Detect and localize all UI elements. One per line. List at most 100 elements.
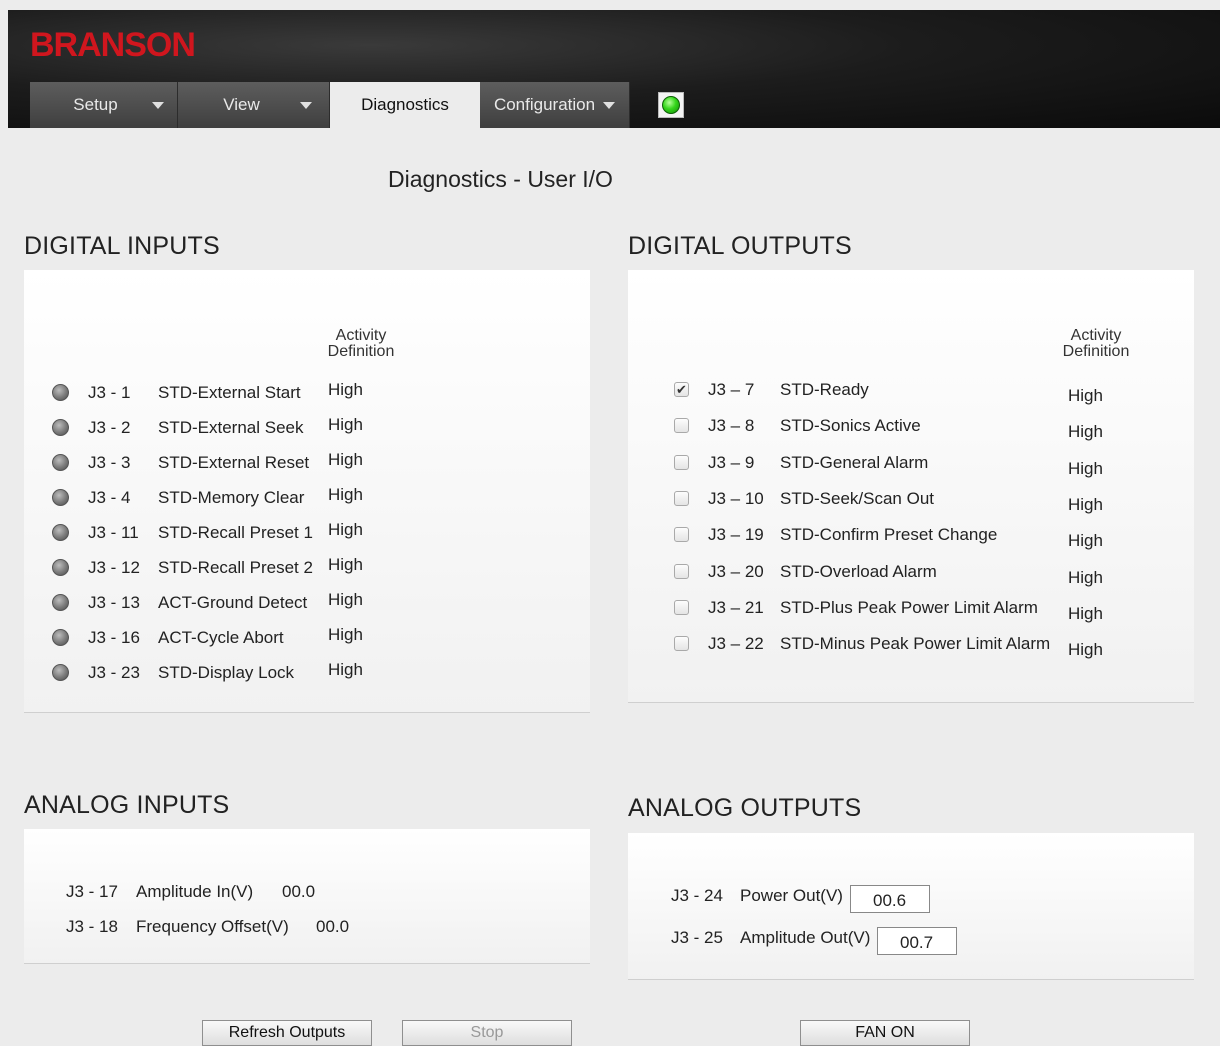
fan-on-button[interactable]: FAN ON <box>800 1020 970 1046</box>
input-pin: J3 - 12 <box>88 558 140 577</box>
chevron-down-icon <box>603 101 616 109</box>
output-pin: J3 – 20 <box>708 561 764 581</box>
analog-output-pin: J3 - 24 <box>671 886 723 905</box>
input-pin: J3 - 3 <box>88 453 131 472</box>
input-pin: J3 - 4 <box>88 488 131 507</box>
input-pin: J3 - 1 <box>88 383 131 402</box>
input-name: STD-Display Lock <box>158 663 295 682</box>
app-header: BRANSON Setup View Diagnostics Configura… <box>8 10 1220 128</box>
input-state-led-icon <box>52 524 69 541</box>
input-activity: High <box>328 625 363 644</box>
output-activity: High <box>1068 422 1103 442</box>
input-pin: J3 - 13 <box>88 593 140 612</box>
activity-definition-header: Activity Definition <box>326 328 396 360</box>
output-activity: High <box>1068 567 1103 587</box>
input-state-led-icon <box>52 384 69 401</box>
input-activity: High <box>328 520 363 539</box>
digital-outputs-title: DIGITAL OUTPUTS <box>628 232 852 260</box>
analog-output-value-field[interactable]: 00.7 <box>877 927 957 955</box>
output-activity: High <box>1068 603 1103 623</box>
output-pin: J3 – 10 <box>708 488 764 508</box>
analog-input-name: Frequency Offset(V) <box>136 917 289 936</box>
status-indicator <box>658 92 684 118</box>
input-activity: High <box>328 485 363 504</box>
chevron-down-icon <box>299 101 312 109</box>
output-state-checkbox[interactable] <box>674 563 689 579</box>
output-pin: J3 – 7 <box>708 380 755 399</box>
input-activity: High <box>328 380 363 399</box>
input-state-led-icon <box>52 454 69 471</box>
tab-diagnostics-label: Diagnostics <box>361 95 449 114</box>
output-activity: High <box>1068 494 1103 514</box>
input-name: ACT-Ground Detect <box>158 593 308 612</box>
chevron-down-icon <box>151 101 164 109</box>
output-activity: High <box>1068 531 1103 551</box>
analog-input-pin: J3 - 17 <box>66 882 118 901</box>
input-name: STD-Memory Clear <box>158 488 305 507</box>
output-state-checkbox[interactable]: ✔ <box>674 382 689 397</box>
input-name: STD-Recall Preset 2 <box>158 558 313 577</box>
output-pin: J3 – 22 <box>708 634 764 654</box>
input-name: STD-External Seek <box>158 418 304 437</box>
analog-outputs-title: ANALOG OUTPUTS <box>628 794 862 822</box>
output-name: STD-Overload Alarm <box>780 561 937 581</box>
output-activity: High <box>1068 458 1103 478</box>
analog-output-pin: J3 - 25 <box>671 928 723 947</box>
analog-output-value-field[interactable]: 00.6 <box>850 885 930 913</box>
stop-button[interactable]: Stop <box>402 1020 572 1046</box>
output-state-checkbox[interactable] <box>674 636 689 652</box>
input-pin: J3 - 23 <box>88 663 140 682</box>
refresh-outputs-button[interactable]: Refresh Outputs <box>202 1020 372 1046</box>
activity-header-line2: Definition <box>327 343 395 360</box>
output-activity: High <box>1068 640 1103 660</box>
analog-inputs-panel: J3 - 17 Amplitude In(V) 00.0 J3 - 18 Frequen… <box>24 829 590 964</box>
output-activity: High <box>1068 386 1103 405</box>
green-led-icon <box>662 96 680 114</box>
digital-inputs-panel: Activity Definition J3 - 1 STD-External S… <box>24 270 590 713</box>
output-state-checkbox[interactable] <box>674 599 689 615</box>
output-name: STD-Ready <box>780 380 869 399</box>
input-name: STD-External Start <box>158 383 301 402</box>
activity-definition-header: Activity Definition <box>1060 328 1132 360</box>
tab-view-label: View <box>223 95 260 114</box>
analog-output-name: Amplitude Out(V) <box>740 928 871 947</box>
input-state-led-icon <box>52 559 69 576</box>
input-activity: High <box>328 590 363 609</box>
output-pin: J3 – 19 <box>708 525 764 545</box>
input-name: ACT-Cycle Abort <box>158 628 284 647</box>
output-pin: J3 – 9 <box>708 452 755 472</box>
input-activity: High <box>328 415 363 434</box>
input-pin: J3 - 2 <box>88 418 131 437</box>
input-pin: J3 - 16 <box>88 628 140 647</box>
output-name: STD-General Alarm <box>780 452 929 472</box>
output-state-checkbox[interactable] <box>674 418 689 434</box>
output-state-checkbox[interactable] <box>674 490 689 506</box>
input-pin: J3 - 11 <box>88 523 139 542</box>
output-state-checkbox[interactable] <box>674 527 689 543</box>
analog-input-value: 00.0 <box>282 882 316 901</box>
output-pin: J3 – 8 <box>708 416 755 436</box>
input-name: STD-External Reset <box>158 453 310 472</box>
digital-outputs-panel: Activity Definition ✔ J3 – 7 STD-Ready High… <box>628 270 1194 703</box>
output-name: STD-Confirm Preset Change <box>780 525 998 545</box>
input-activity: High <box>328 660 363 679</box>
tab-diagnostics[interactable]: Diagnostics <box>330 82 480 128</box>
analog-inputs-title: ANALOG INPUTS <box>24 791 230 819</box>
input-state-led-icon <box>52 594 69 611</box>
activity-header-line1: Activity <box>335 327 387 344</box>
output-name: STD-Seek/Scan Out <box>780 488 935 508</box>
input-activity: High <box>328 555 363 574</box>
tab-setup[interactable]: Setup <box>30 82 178 128</box>
output-state-checkbox[interactable] <box>674 454 689 470</box>
output-pin: J3 – 21 <box>708 597 764 617</box>
analog-input-value: 00.0 <box>316 917 350 936</box>
page-title: Diagnostics - User I/O <box>388 166 613 192</box>
main-nav: Setup View Diagnostics Configuration <box>30 82 630 128</box>
input-state-led-icon <box>52 419 69 436</box>
tab-view[interactable]: View <box>178 82 330 128</box>
activity-header-line1: Activity <box>1070 327 1122 344</box>
analog-input-pin: J3 - 18 <box>66 917 118 936</box>
input-name: STD-Recall Preset 1 <box>158 523 313 542</box>
digital-inputs-title: DIGITAL INPUTS <box>24 232 220 260</box>
tab-configuration[interactable]: Configuration <box>480 82 630 128</box>
